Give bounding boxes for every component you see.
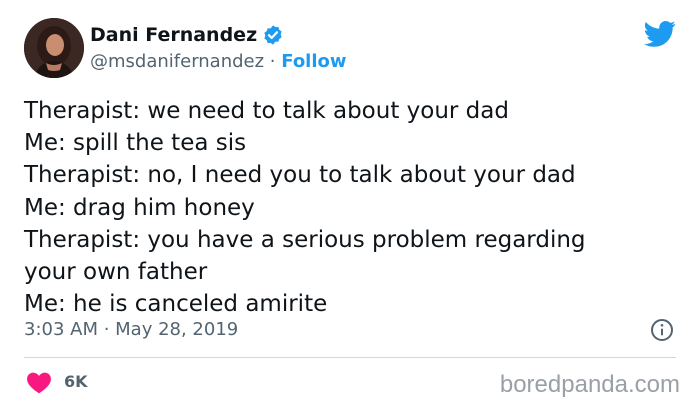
author-handle-row: @msdanifernandez · Follow bbox=[90, 50, 347, 74]
tweet-timestamp[interactable]: 3:03 AM · May 28, 2019 bbox=[24, 318, 238, 342]
like-action[interactable]: 6K bbox=[26, 370, 88, 394]
verified-badge-icon bbox=[264, 25, 282, 45]
divider bbox=[24, 357, 676, 358]
avatar-portrait bbox=[24, 18, 84, 78]
tweet-line: Therapist: you have a serious problem re… bbox=[24, 226, 586, 253]
author-name-row: Dani Fernandez bbox=[90, 23, 284, 47]
follow-button[interactable]: Follow bbox=[281, 51, 346, 72]
tweet-line: Me: drag him honey bbox=[24, 194, 255, 221]
heart-icon[interactable] bbox=[26, 370, 52, 394]
site-watermark: boredpanda.com bbox=[499, 371, 680, 398]
twitter-bird-icon[interactable] bbox=[644, 20, 676, 48]
info-icon[interactable] bbox=[650, 318, 674, 342]
like-count: 6K bbox=[64, 372, 88, 391]
handle-separator: · bbox=[264, 51, 282, 72]
tweet-line: your own father bbox=[24, 259, 208, 286]
tweet-text: Therapist: we need to talk about your da… bbox=[24, 95, 684, 320]
tweet-line: Therapist: no, I need you to talk about … bbox=[24, 162, 576, 189]
author-avatar[interactable] bbox=[24, 18, 84, 78]
tweet-line: Therapist: we need to talk about your da… bbox=[24, 98, 509, 124]
author-handle[interactable]: @msdanifernandez bbox=[90, 51, 264, 72]
author-display-name[interactable]: Dani Fernandez bbox=[90, 23, 257, 47]
tweet-line: Me: spill the tea sis bbox=[24, 130, 247, 157]
tweet-line: Me: he is canceled amirite bbox=[24, 291, 328, 318]
